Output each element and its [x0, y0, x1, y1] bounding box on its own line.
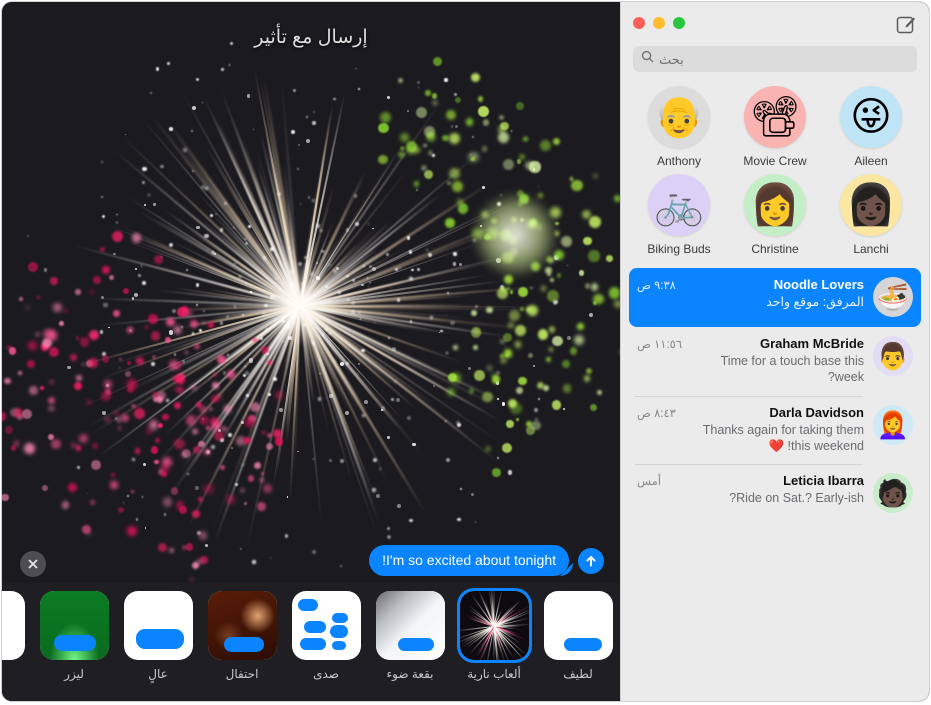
effect-label: لطيف [563, 667, 593, 681]
conversation-text: Leticia Ibarra Ride on Sat.? Early-ish? [670, 473, 864, 506]
compose-icon[interactable] [895, 14, 917, 36]
thumb-bubble [332, 641, 346, 650]
effect-label: احتفال [226, 667, 259, 681]
pinned-conversation-5[interactable]: 🚲 Biking Buds [631, 174, 727, 256]
pinned-conversation-2[interactable]: 👴 Anthony [631, 86, 727, 168]
avatar: 👩‍🦰 [873, 405, 913, 445]
conversation-text: Noodle Lovers المرفق: موقع واحد [685, 277, 864, 310]
effect-label: صدى [313, 667, 339, 681]
fireworks-background [460, 591, 529, 660]
message-bubble[interactable]: I'm so excited about tonight! [369, 545, 569, 576]
effect-option-fireworks[interactable]: ألعاب نارية [452, 591, 536, 681]
thumb-bubble [304, 621, 326, 633]
effect-thumbnail [2, 591, 25, 660]
avatar: 👩 [744, 174, 806, 236]
effect-thumbnail [460, 591, 529, 660]
page-title: إرسال مع تأثير [2, 26, 620, 49]
conversation-timestamp: ١١:٥٦ ص [637, 336, 682, 351]
conversation-name: Graham McBride [691, 336, 864, 351]
avatar: 🍜 [873, 277, 913, 317]
conversation-name: Darla Davidson [685, 405, 864, 420]
window-controls [633, 17, 685, 29]
close-window-button[interactable] [633, 17, 645, 29]
pinned-label: Christine [751, 242, 798, 256]
messages-app-window: بحث 😜 Aileen 📽 Movie Crew 👴 Anthony 👩🏿 L… [0, 0, 931, 705]
conversation-text: Graham McBride Time for a touch base thi… [691, 336, 864, 386]
pinned-conversation-3[interactable]: 👩🏿 Lanchi [823, 174, 919, 256]
maximize-button[interactable] [673, 17, 685, 29]
conversation-timestamp: أمس [637, 473, 661, 488]
sidebar: بحث 😜 Aileen 📽 Movie Crew 👴 Anthony 👩🏿 L… [620, 2, 929, 701]
effect-thumbnail [292, 591, 361, 660]
conversation-timestamp: ٨:٤٣ ص [637, 405, 676, 420]
effects-tray[interactable]: لطيف ألعاب نارية بقعة ضوء صدى احتفال عالٍ ليزر [2, 583, 620, 701]
conversation-row-1[interactable]: 👨 Graham McBride Time for a touch base t… [629, 327, 921, 396]
effect-label: عالٍ [148, 667, 168, 681]
search-placeholder: بحث [659, 53, 684, 66]
thumb-bubble [398, 638, 434, 651]
effect-option-celebration[interactable]: احتفال [200, 591, 284, 681]
send-with-effect-screen: إرسال مع تأثير I'm so excited about toni… [2, 2, 620, 701]
thumb-bubble [224, 637, 264, 652]
search-container: بحث [621, 46, 929, 82]
pinned-label: Lanchi [853, 242, 888, 256]
search-icon [641, 50, 654, 68]
pinned-conversation-0[interactable]: 😜 Aileen [823, 86, 919, 168]
avatar: 📽 [744, 86, 806, 148]
effect-option-partial[interactable] [2, 591, 32, 667]
avatar: 🚲 [648, 174, 710, 236]
minimize-button[interactable] [653, 17, 665, 29]
effect-option-spotlight[interactable]: بقعة ضوء [368, 591, 452, 681]
thumb-bubble [54, 635, 96, 651]
avatar: 🧑🏿 [873, 473, 913, 513]
avatar: 👩🏿 [840, 174, 902, 236]
thumb-bubble [136, 629, 184, 649]
avatar: 👴 [648, 86, 710, 148]
thumb-bubble [300, 638, 326, 650]
conversation-row-3[interactable]: 🧑🏿 Leticia Ibarra Ride on Sat.? Early-is… [629, 464, 921, 523]
pinned-label: Movie Crew [743, 154, 806, 168]
effect-option-loud[interactable]: عالٍ [116, 591, 200, 681]
effect-thumbnail [544, 591, 613, 660]
pinned-conversation-1[interactable]: 📽 Movie Crew [727, 86, 823, 168]
conversation-row-2[interactable]: 👩‍🦰 Darla Davidson Thanks again for taki… [629, 396, 921, 465]
compose-preview: I'm so excited about tonight! [369, 545, 604, 576]
conversation-name: Leticia Ibarra [670, 473, 864, 488]
effect-option-laser[interactable]: ليزر [32, 591, 116, 681]
conversation-preview: Ride on Sat.? Early-ish? [670, 490, 864, 506]
effect-thumbnail [376, 591, 445, 660]
send-arrow-icon[interactable] [578, 548, 604, 574]
pinned-label: Biking Buds [647, 242, 710, 256]
effect-option-gentle[interactable]: لطيف [536, 591, 620, 681]
conversation-preview: المرفق: موقع واحد [685, 294, 864, 310]
avatar: 😜 [840, 86, 902, 148]
thumb-bubble [564, 638, 602, 651]
conversation-row-0[interactable]: 🍜 Noodle Lovers المرفق: موقع واحد ٩:٣٨ ص [629, 268, 921, 327]
conversation-list: 🍜 Noodle Lovers المرفق: موقع واحد ٩:٣٨ ص… [621, 268, 929, 523]
effect-thumbnail [208, 591, 277, 660]
conversation-name: Noodle Lovers [685, 277, 864, 292]
close-icon[interactable] [20, 551, 46, 577]
pinned-conversations: 😜 Aileen 📽 Movie Crew 👴 Anthony 👩🏿 Lanch… [621, 82, 929, 268]
effect-thumbnail [40, 591, 109, 660]
thumb-bubble [330, 625, 348, 638]
effect-label: ليزر [64, 667, 84, 681]
conversation-text: Darla Davidson Thanks again for taking t… [685, 405, 864, 455]
effect-option-echo[interactable]: صدى [284, 591, 368, 681]
effect-label: ألعاب نارية [467, 667, 521, 681]
conversation-preview: Thanks again for taking them this weeken… [685, 422, 864, 455]
conversation-timestamp: ٩:٣٨ ص [637, 277, 676, 292]
search-input[interactable]: بحث [633, 46, 917, 72]
app-window: بحث 😜 Aileen 📽 Movie Crew 👴 Anthony 👩🏿 L… [2, 2, 929, 701]
conversation-preview: Time for a touch base this week? [691, 353, 864, 386]
effect-thumbnail [124, 591, 193, 660]
pinned-conversation-4[interactable]: 👩 Christine [727, 174, 823, 256]
pinned-label: Anthony [657, 154, 701, 168]
thumb-bubble [332, 613, 348, 623]
sidebar-titlebar [621, 2, 929, 46]
effect-label: بقعة ضوء [387, 667, 434, 681]
pinned-label: Aileen [854, 154, 887, 168]
thumb-bubble [298, 599, 318, 611]
avatar: 👨 [873, 336, 913, 376]
